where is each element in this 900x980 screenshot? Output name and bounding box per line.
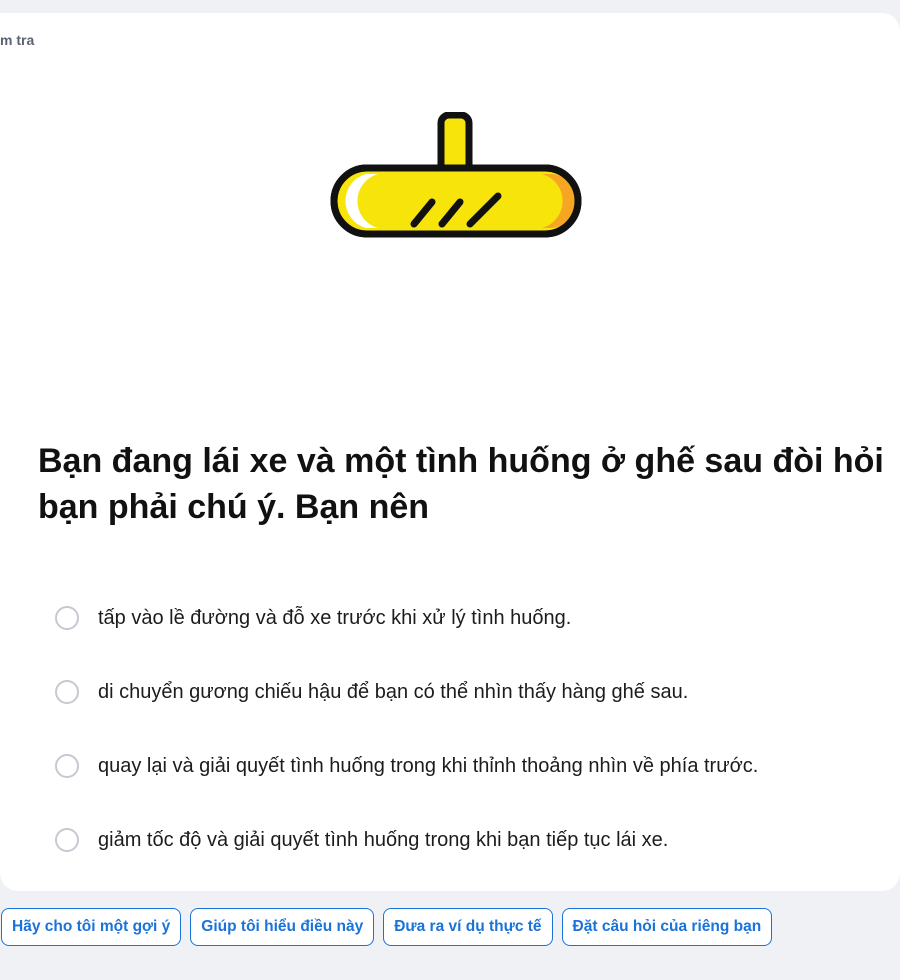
hint-button[interactable]: Hãy cho tôi một gợi ý bbox=[1, 908, 182, 946]
suggestion-chips: Hãy cho tôi một gợi ý Giúp tôi hiểu điều… bbox=[1, 908, 773, 946]
radio-button[interactable] bbox=[55, 754, 79, 778]
radio-button[interactable] bbox=[55, 606, 79, 630]
answer-option-label: tấp vào lề đường và đỗ xe trước khi xử l… bbox=[98, 606, 572, 629]
radio-button[interactable] bbox=[55, 828, 79, 852]
answer-option-label: di chuyển gương chiếu hậu để bạn có thể … bbox=[98, 680, 689, 703]
answer-option-label: quay lại và giải quyết tình huống trong … bbox=[98, 754, 759, 777]
rearview-mirror-icon bbox=[330, 112, 582, 238]
answer-option[interactable]: tấp vào lề đường và đỗ xe trước khi xử l… bbox=[55, 581, 885, 655]
question-text: Bạn đang lái xe và một tình huống ở ghế … bbox=[38, 442, 884, 526]
answer-option[interactable]: giảm tốc độ và giải quyết tình huống tro… bbox=[55, 803, 885, 877]
answer-option[interactable]: di chuyển gương chiếu hậu để bạn có thể … bbox=[55, 655, 885, 729]
answer-options: tấp vào lề đường và đỗ xe trước khi xử l… bbox=[55, 581, 885, 877]
quiz-card: m tra Bạn đang lái xe và một tình huống … bbox=[0, 13, 900, 891]
radio-button[interactable] bbox=[55, 680, 79, 704]
breadcrumb: m tra bbox=[0, 32, 35, 48]
answer-option[interactable]: quay lại và giải quyết tình huống trong … bbox=[55, 729, 885, 803]
ask-question-button[interactable]: Đặt câu hỏi của riêng bạn bbox=[561, 908, 773, 946]
example-button[interactable]: Đưa ra ví dụ thực tế bbox=[383, 908, 553, 946]
answer-option-label: giảm tốc độ và giải quyết tình huống tro… bbox=[98, 828, 669, 851]
explain-button[interactable]: Giúp tôi hiểu điều này bbox=[190, 908, 375, 946]
